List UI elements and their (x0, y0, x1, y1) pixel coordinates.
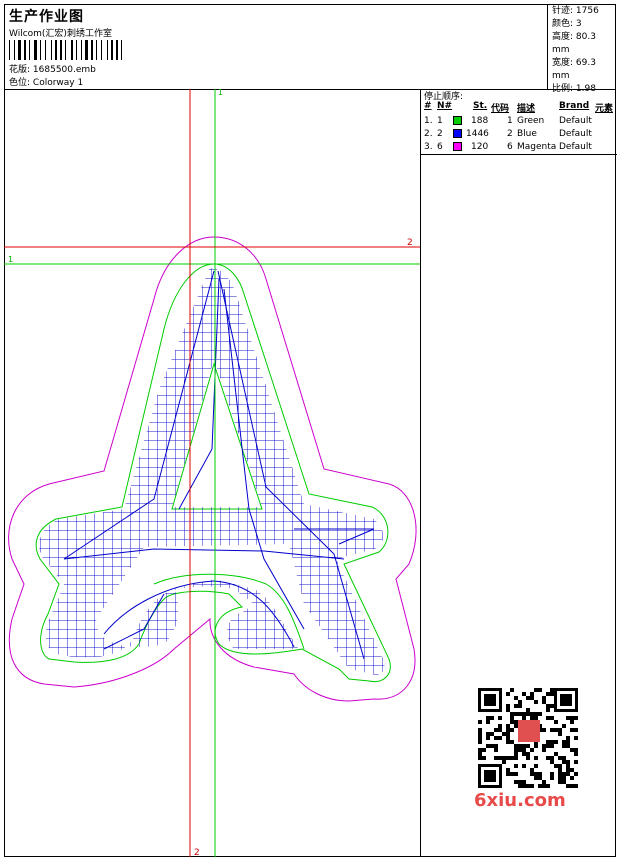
row-stitches: 1446 (466, 129, 489, 139)
col-elem: 元素 (595, 104, 614, 114)
row-brand: Default (559, 116, 592, 126)
red-guide-h-label: 2 (407, 238, 413, 248)
row-desc: Magenta (517, 142, 557, 152)
row-num: 2. (424, 129, 433, 139)
color-swatch-green (453, 116, 462, 125)
blue-fill-grid (39, 268, 385, 675)
row-code: 6 (507, 142, 513, 152)
col-needle: N# (437, 101, 453, 111)
col-brand: Brand (559, 101, 590, 111)
company-name: Wilcom(汇宏)刺绣工作室 (9, 29, 112, 39)
spec-box: 针迹: 1756 颜色: 3 高度: 80.3 mm 宽度: 69.3 mm 比… (547, 4, 616, 94)
row-brand: Default (559, 129, 592, 139)
spec-height: 高度: 80.3 mm (552, 32, 596, 55)
spec-width: 宽度: 69.3 mm (552, 58, 596, 81)
colorway-line: 色位: Colorway 1 (9, 75, 83, 88)
stop-sequence-table: 停止顺序: # N# St. 代码 描述 Brand 元素 1. 1 188 1… (421, 89, 617, 155)
colorway-label: 色位: (9, 78, 31, 88)
col-num: # (424, 101, 432, 111)
row-needle: 1 (437, 116, 443, 126)
row-code: 2 (507, 129, 513, 139)
row-stitches: 120 (471, 142, 489, 152)
row-num: 3. (424, 142, 433, 152)
barcode (9, 40, 122, 60)
color-swatch-blue (453, 129, 462, 138)
design-label: 花版: (9, 65, 31, 75)
row-brand: Default (559, 142, 592, 152)
green-guide-h-label: 1 (8, 255, 13, 264)
row-needle: 6 (437, 142, 443, 152)
spec-colors: 颜色: 3 (552, 19, 582, 29)
header: 生产作业图 Wilcom(汇宏)刺绣工作室 花版: 1685500.emb 色位… (4, 4, 616, 94)
row-needle: 2 (437, 129, 443, 139)
design-line: 花版: 1685500.emb (9, 62, 96, 75)
row-num: 1. (424, 116, 433, 126)
green-guide-v-label: 1 (218, 89, 223, 97)
embroidery-design: 1 1 2 2 (4, 89, 420, 857)
color-swatch-magenta (453, 142, 462, 151)
row-desc: Blue (517, 129, 537, 139)
col-desc: 描述 (517, 104, 536, 114)
col-code: 代码 (491, 104, 510, 114)
row-code: 1 (507, 116, 513, 126)
watermark: 6xiu.com (474, 790, 566, 811)
spec-stitches: 针迹: 1756 (552, 6, 599, 16)
row-desc: Green (517, 116, 545, 126)
row-stitches: 188 (471, 116, 489, 126)
red-guide-v-label: 2 (194, 848, 200, 857)
page-title: 生产作业图 (9, 9, 84, 25)
col-stitches: St. (473, 101, 488, 111)
design-file: 1685500.emb (32, 65, 96, 75)
colorway-name: Colorway 1 (32, 78, 84, 88)
